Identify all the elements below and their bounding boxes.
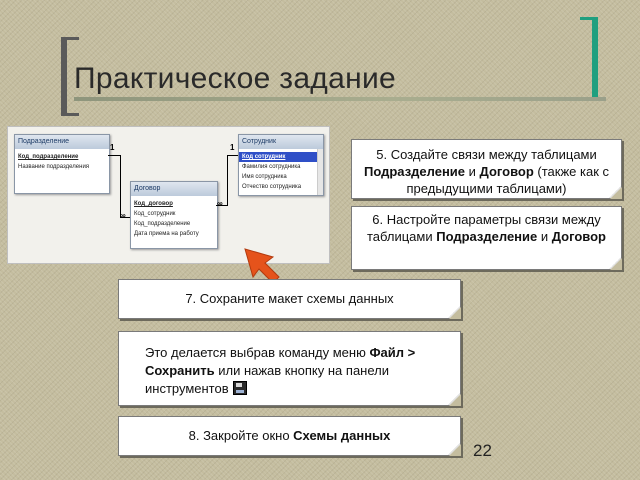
table-field[interactable]: Код_подразделение [131,219,217,229]
table-field[interactable]: Код_сотрудник [131,209,217,219]
table-dogovor[interactable]: Договор Код_договор Код_сотрудник Код_по… [130,181,218,249]
table-field[interactable]: Код_договор [131,199,217,209]
title-right-bracket [580,17,598,101]
relation-line[interactable] [108,155,120,156]
instruction-callout-7: 7. Сохраните макет схемы данных [118,279,461,319]
instruction-text: и [537,229,552,244]
table-field[interactable]: Код_подразделение [15,152,109,162]
instruction-text: Это делается выбрав команду меню [145,345,370,360]
relationship-schema-screenshot: Подразделение Код_подразделение Название… [7,126,330,264]
table-title: Сотрудник [239,135,323,149]
table-name-bold: Подразделение [436,229,538,244]
instruction-text: 8. Закройте окно [188,428,294,443]
table-field[interactable]: Название подразделения [15,162,109,172]
relation-line[interactable] [227,155,228,206]
relation-line[interactable] [227,155,238,156]
table-field[interactable]: Код сотрудник [239,152,317,162]
instruction-text: 7. Сохраните макет схемы данных [185,291,394,306]
relation-one-label: 1 [110,143,115,152]
relation-one-label: 1 [230,143,235,152]
table-podrazdelenie[interactable]: Подразделение Код_подразделение Название… [14,134,110,194]
window-name-bold: Схемы данных [293,428,391,443]
instruction-callout-howto: Это делается выбрав команду меню Файл > … [118,331,461,406]
table-field[interactable]: Имя сотрудника [239,172,323,182]
page-number: 22 [473,441,492,460]
table-name-bold: Подразделение [364,164,466,179]
table-name-bold: Договор [551,229,606,244]
scrollbar[interactable] [317,149,323,195]
relation-line[interactable] [120,155,121,217]
table-field[interactable]: Дата приема на работу [131,229,217,239]
save-disk-icon [232,381,247,395]
instruction-callout-6: 6. Настройте параметры связи между табли… [351,206,622,270]
instruction-callout-8: 8. Закройте окно Схемы данных [118,416,461,456]
table-title: Подразделение [15,135,109,149]
instruction-text: 5. Создайте связи между таблицами [376,147,597,162]
instruction-text: и [465,164,480,179]
relation-many-label: ∞ [120,211,126,220]
instruction-callout-5: 5. Создайте связи между таблицами Подраз… [351,139,622,199]
table-name-bold: Договор [479,164,534,179]
table-field[interactable]: Отчество сотрудника [239,182,323,192]
table-field[interactable]: Фамилия сотрудника [239,162,323,172]
relation-many-label: ∞ [217,199,223,208]
title-underline [74,97,606,101]
table-title: Договор [131,182,217,196]
table-sotrudnik[interactable]: Сотрудник Код сотрудник Фамилия сотрудни… [238,134,324,196]
slide-title: Практическое задание [74,62,397,95]
